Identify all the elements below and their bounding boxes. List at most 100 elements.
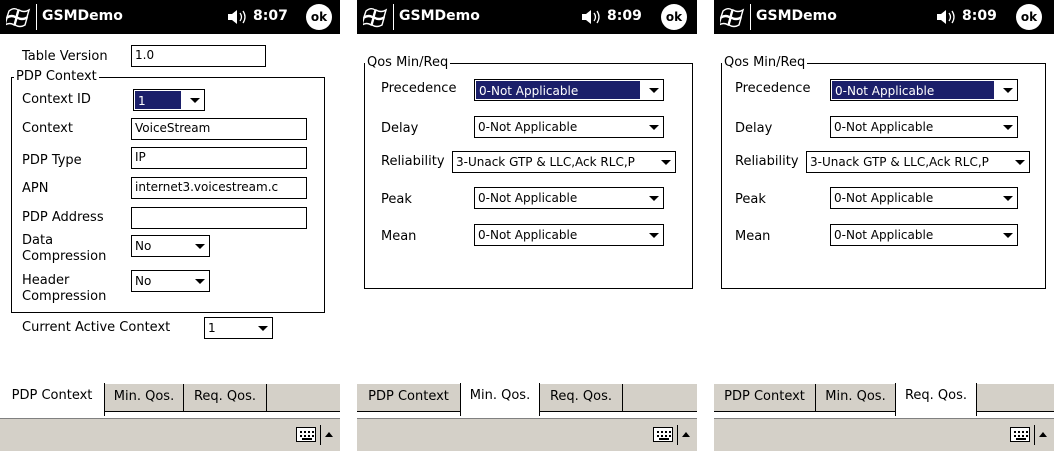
tab-strip: PDP Context Min. Qos. Req. Qos. [357,383,697,418]
reliability-dropdown[interactable]: 3-Unack GTP & LLC,Ack RLC,P [806,151,1030,173]
chevron-down-icon[interactable] [999,80,1017,100]
peak-dropdown[interactable]: 0-Not Applicable [474,187,664,209]
delay-value: 0-Not Applicable [478,120,578,134]
pdp-address-field[interactable] [131,207,307,229]
apn-label: APN [22,181,49,196]
pdp-type-field[interactable]: IP [131,147,307,169]
tab-strip-filler [623,384,697,412]
keyboard-icon[interactable] [653,427,673,442]
input-panel-arrow-icon[interactable] [325,432,333,437]
speaker-icon[interactable] [226,7,248,27]
chevron-down-icon[interactable] [999,188,1017,208]
reliability-value: 3-Unack GTP & LLC,Ack RLC,P [810,155,989,169]
screen-pdp-context: GSMDemo 8:07 ok Table Version 1.0 PDP Co… [0,0,340,451]
peak-dropdown[interactable]: 0-Not Applicable [830,187,1018,209]
data-compression-dropdown[interactable]: No [131,235,210,257]
keyboard-icon[interactable] [296,427,316,442]
windows-start-icon[interactable] [720,4,746,30]
precedence-dropdown[interactable]: 0-Not Applicable [474,79,664,101]
tab-req-qos[interactable]: Req. Qos. [184,384,267,412]
peak-value: 0-Not Applicable [834,191,934,205]
speaker-icon[interactable] [580,7,602,27]
current-active-context-label: Current Active Context [22,320,171,335]
reliability-label: Reliability [381,154,445,169]
delay-dropdown[interactable]: 0-Not Applicable [474,116,664,138]
pdp-address-label: PDP Address [22,210,104,225]
mean-value: 0-Not Applicable [478,228,578,242]
tab-min-qos[interactable]: Min. Qos. [105,384,184,412]
data-compression-value: No [135,239,152,253]
chevron-down-icon[interactable] [999,117,1017,137]
tab-min-qos[interactable]: Min. Qos. [460,383,540,416]
reliability-dropdown[interactable]: 3-Unack GTP & LLC,Ack RLC,P [452,151,676,173]
title-bar: GSMDemo 8:09 ok [357,0,697,34]
speaker-icon[interactable] [935,7,957,27]
table-version-label: Table Version [22,49,108,64]
precedence-value: 0-Not Applicable [476,81,640,99]
windows-start-icon[interactable] [363,4,389,30]
tab-pdp-context[interactable]: PDP Context [357,384,461,412]
clock[interactable]: 8:07 [253,8,288,24]
context-id-dropdown[interactable]: 1 [133,89,205,111]
mean-label: Mean [735,229,771,244]
apn-field[interactable]: internet3.voicestream.c [131,177,307,199]
header-compression-label-line1: Header [22,273,70,288]
ok-button[interactable]: ok [306,4,332,30]
chevron-down-icon[interactable] [645,80,663,100]
tab-pdp-context[interactable]: PDP Context [0,383,105,416]
command-bar [357,418,697,451]
chevron-down-icon[interactable] [1011,152,1029,172]
chevron-down-icon[interactable] [657,152,675,172]
tab-req-qos[interactable]: Req. Qos. [540,384,623,412]
tab-req-qos[interactable]: Req. Qos. [895,383,977,416]
input-panel-arrow-icon[interactable] [682,432,690,437]
chevron-down-icon[interactable] [191,271,209,291]
delay-label: Delay [735,121,773,136]
chevron-down-icon[interactable] [645,188,663,208]
context-id-value: 1 [135,91,181,109]
command-bar [714,418,1054,451]
mean-dropdown[interactable]: 0-Not Applicable [830,224,1018,246]
windows-start-icon[interactable] [6,4,32,30]
context-field[interactable]: VoiceStream [131,118,307,140]
delay-value: 0-Not Applicable [834,120,934,134]
header-compression-dropdown[interactable]: No [131,270,210,292]
tab-strip-filler [267,384,340,412]
clock[interactable]: 8:09 [607,8,642,24]
reliability-label: Reliability [735,154,799,169]
chevron-down-icon[interactable] [645,225,663,245]
pdp-type-label: PDP Type [22,153,82,168]
current-active-context-dropdown[interactable]: 1 [204,317,273,339]
chevron-down-icon[interactable] [645,117,663,137]
mean-label: Mean [381,229,417,244]
ok-button[interactable]: ok [661,4,687,30]
qos-group-label: Qos Min/Req [365,55,451,70]
app-title: GSMDemo [42,8,123,24]
ok-button[interactable]: ok [1016,4,1042,30]
chevron-down-icon[interactable] [191,236,209,256]
table-version-field[interactable]: 1.0 [131,45,266,67]
clock[interactable]: 8:09 [962,8,997,24]
peak-label: Peak [381,192,412,207]
app-title: GSMDemo [756,8,837,24]
tab-min-qos[interactable]: Min. Qos. [816,384,896,412]
command-bar [0,418,340,451]
delay-dropdown[interactable]: 0-Not Applicable [830,116,1018,138]
pdp-context-group-label: PDP Context [14,69,99,84]
mean-value: 0-Not Applicable [834,228,934,242]
app-title: GSMDemo [399,8,480,24]
qos-group-label: Qos Min/Req [722,55,808,70]
header-compression-value: No [135,274,152,288]
chevron-down-icon[interactable] [186,90,204,110]
mean-dropdown[interactable]: 0-Not Applicable [474,224,664,246]
precedence-value: 0-Not Applicable [832,81,994,99]
chevron-down-icon[interactable] [999,225,1017,245]
header-compression-label-line2: Compression [22,289,107,304]
chevron-down-icon[interactable] [254,318,272,338]
input-panel-arrow-icon[interactable] [1039,432,1047,437]
tab-strip-filler [977,384,1054,412]
tab-strip: PDP Context Min. Qos. Req. Qos. [714,383,1054,418]
keyboard-icon[interactable] [1010,427,1030,442]
precedence-dropdown[interactable]: 0-Not Applicable [830,79,1018,101]
tab-pdp-context[interactable]: PDP Context [714,384,816,412]
